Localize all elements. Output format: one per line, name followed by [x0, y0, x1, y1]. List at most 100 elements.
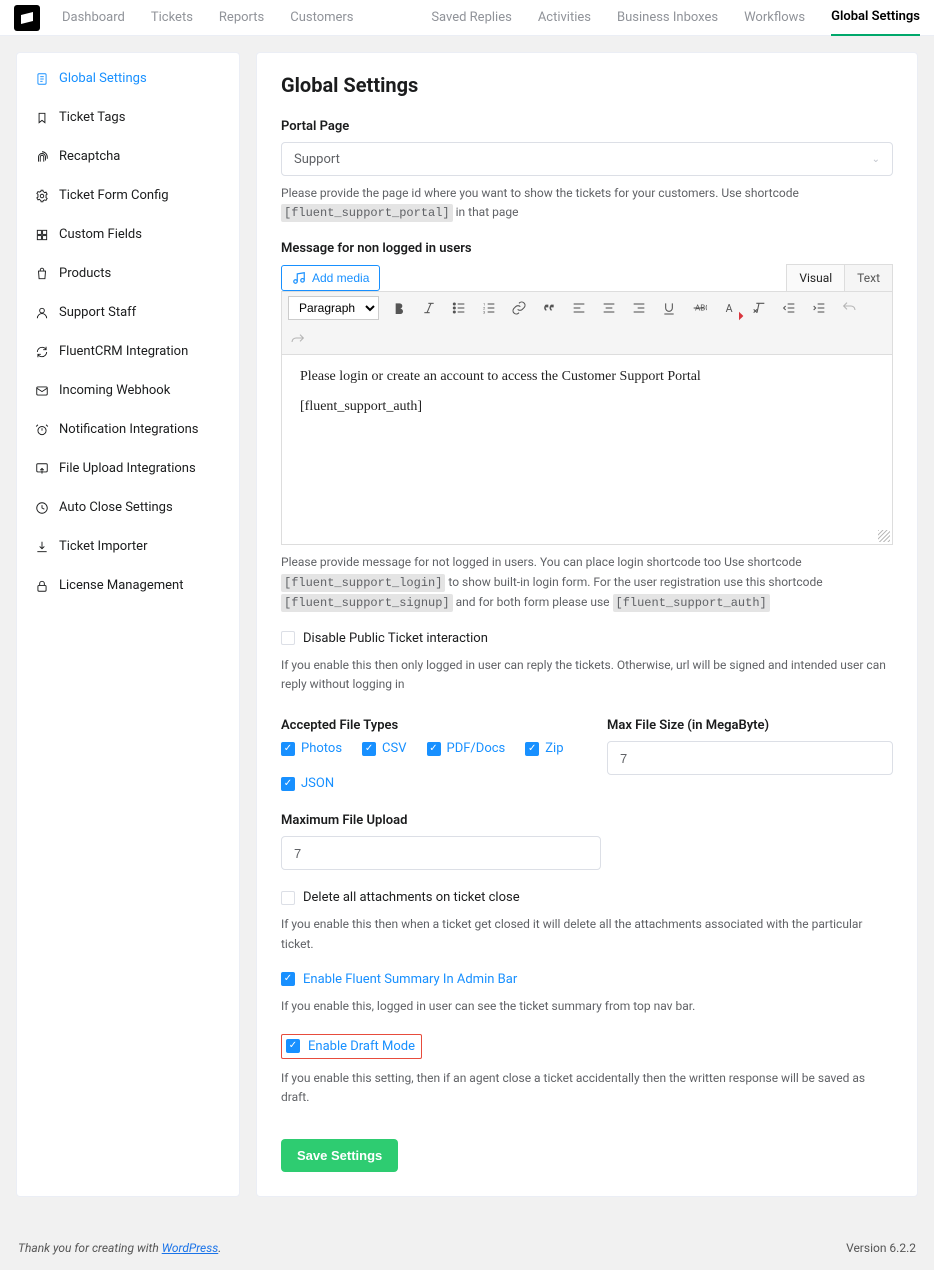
outdent-button[interactable] — [779, 298, 799, 318]
sidebar-item-ticket-form-config[interactable]: Ticket Form Config — [17, 176, 239, 215]
summary-checkbox[interactable] — [281, 972, 295, 986]
filetype-checkbox[interactable] — [525, 742, 539, 756]
sidebar-item-support-staff[interactable]: Support Staff — [17, 293, 239, 332]
summary-row[interactable]: Enable Fluent Summary In Admin Bar — [281, 972, 893, 987]
filetype-json[interactable]: JSON — [281, 776, 334, 791]
sidebar-item-label: Recaptcha — [59, 149, 120, 164]
sidebar-item-label: Support Staff — [59, 305, 136, 320]
bag-icon — [35, 267, 49, 281]
clear-formatting-button[interactable] — [749, 298, 769, 318]
align-center-button[interactable] — [599, 298, 619, 318]
text-color-button[interactable]: A — [719, 298, 739, 318]
delete-attach-label: Delete all attachments on ticket close — [303, 890, 520, 905]
filetype-zip[interactable]: Zip — [525, 741, 563, 756]
nav-tickets[interactable]: Tickets — [151, 0, 193, 36]
nav-business-inboxes[interactable]: Business Inboxes — [617, 0, 718, 36]
svg-text:3: 3 — [483, 310, 485, 315]
editor-tab-visual[interactable]: Visual — [786, 264, 845, 291]
maxupload-input[interactable] — [281, 836, 601, 870]
sidebar-item-label: Ticket Tags — [59, 110, 125, 125]
ordered-list-button[interactable]: 123 — [479, 298, 499, 318]
link-button[interactable] — [509, 298, 529, 318]
bullet-list-button[interactable] — [449, 298, 469, 318]
filetype-label: PDF/Docs — [447, 741, 506, 756]
sidebar-item-incoming-webhook[interactable]: Incoming Webhook — [17, 371, 239, 410]
bold-button[interactable] — [389, 298, 409, 318]
sidebar-item-ticket-tags[interactable]: Ticket Tags — [17, 98, 239, 137]
undo-button[interactable] — [839, 298, 859, 318]
filetype-checkbox[interactable] — [427, 742, 441, 756]
italic-button[interactable] — [419, 298, 439, 318]
sidebar-item-ticket-importer[interactable]: Ticket Importer — [17, 527, 239, 566]
disable-public-checkbox[interactable] — [281, 631, 295, 645]
align-left-button[interactable] — [569, 298, 589, 318]
sidebar-item-custom-fields[interactable]: Custom Fields — [17, 215, 239, 254]
nav-global-settings[interactable]: Global Settings — [831, 0, 920, 36]
top-nav: Dashboard Tickets Reports Customers Save… — [0, 0, 934, 36]
editor-body[interactable]: Please login or create an account to acc… — [281, 355, 893, 545]
strikethrough-button[interactable]: ABC — [689, 298, 709, 318]
lock-icon — [35, 579, 49, 593]
mail-icon — [35, 384, 49, 398]
wordpress-link[interactable]: WordPress — [162, 1241, 219, 1255]
nav-workflows[interactable]: Workflows — [744, 0, 805, 36]
nav-reports[interactable]: Reports — [219, 0, 264, 36]
fingerprint-icon — [35, 150, 49, 164]
disable-public-row[interactable]: Disable Public Ticket interaction — [281, 631, 893, 646]
file-text-icon — [35, 72, 49, 86]
delete-attach-checkbox[interactable] — [281, 891, 295, 905]
filetype-pdf-docs[interactable]: PDF/Docs — [427, 741, 506, 756]
resize-grip[interactable] — [878, 530, 890, 542]
sidebar-item-label: Auto Close Settings — [59, 500, 173, 515]
sidebar-item-file-upload-integrations[interactable]: File Upload Integrations — [17, 449, 239, 488]
sidebar-item-label: FluentCRM Integration — [59, 344, 188, 359]
nav-dashboard[interactable]: Dashboard — [62, 0, 125, 36]
portal-help: Please provide the page id where you wan… — [281, 184, 893, 223]
filetypes-label: Accepted File Types — [281, 718, 567, 733]
grid-icon — [35, 228, 49, 242]
maxsize-input[interactable] — [607, 741, 893, 775]
filetype-checkbox[interactable] — [281, 742, 295, 756]
filetype-photos[interactable]: Photos — [281, 741, 342, 756]
page-title: Global Settings — [281, 73, 893, 97]
filetype-label: JSON — [301, 776, 334, 791]
draft-highlight: Enable Draft Mode — [281, 1034, 422, 1059]
nav-saved-replies[interactable]: Saved Replies — [431, 0, 512, 36]
align-right-button[interactable] — [629, 298, 649, 318]
format-select[interactable]: Paragraph — [288, 296, 379, 320]
underline-button[interactable] — [659, 298, 679, 318]
nav-customers[interactable]: Customers — [290, 0, 353, 36]
filetype-checkbox[interactable] — [281, 777, 295, 791]
quote-button[interactable] — [539, 298, 559, 318]
sidebar-item-recaptcha[interactable]: Recaptcha — [17, 137, 239, 176]
redo-button[interactable] — [288, 330, 308, 350]
sidebar-item-license-management[interactable]: License Management — [17, 566, 239, 605]
save-settings-button[interactable]: Save Settings — [281, 1139, 398, 1172]
filetype-checkbox[interactable] — [362, 742, 376, 756]
filetype-csv[interactable]: CSV — [362, 741, 406, 756]
version-text: Version 6.2.2 — [846, 1241, 916, 1255]
sidebar-item-global-settings[interactable]: Global Settings — [17, 59, 239, 98]
delete-attach-row[interactable]: Delete all attachments on ticket close — [281, 890, 893, 905]
draft-row[interactable]: Enable Draft Mode — [286, 1039, 415, 1054]
portal-page-select[interactable]: Support ⌄ — [281, 142, 893, 176]
sidebar-item-label: Products — [59, 266, 111, 281]
sidebar-item-auto-close-settings[interactable]: Auto Close Settings — [17, 488, 239, 527]
clock-icon — [35, 501, 49, 515]
sidebar-item-products[interactable]: Products — [17, 254, 239, 293]
upload-icon — [35, 462, 49, 476]
draft-checkbox[interactable] — [286, 1039, 300, 1053]
sidebar-item-fluentcrm-integration[interactable]: FluentCRM Integration — [17, 332, 239, 371]
sidebar-item-label: Ticket Importer — [59, 539, 147, 554]
nav-activities[interactable]: Activities — [538, 0, 591, 36]
add-media-button[interactable]: Add media — [281, 265, 380, 291]
maxsize-label: Max File Size (in MegaByte) — [607, 718, 893, 733]
sidebar-item-notification-integrations[interactable]: Notification Integrations — [17, 410, 239, 449]
sidebar-item-label: File Upload Integrations — [59, 461, 196, 476]
editor-tab-text[interactable]: Text — [845, 264, 893, 291]
indent-button[interactable] — [809, 298, 829, 318]
app-logo — [14, 5, 40, 31]
summary-label: Enable Fluent Summary In Admin Bar — [303, 972, 517, 987]
filetype-label: Photos — [301, 741, 342, 756]
filetype-label: Zip — [545, 741, 563, 756]
